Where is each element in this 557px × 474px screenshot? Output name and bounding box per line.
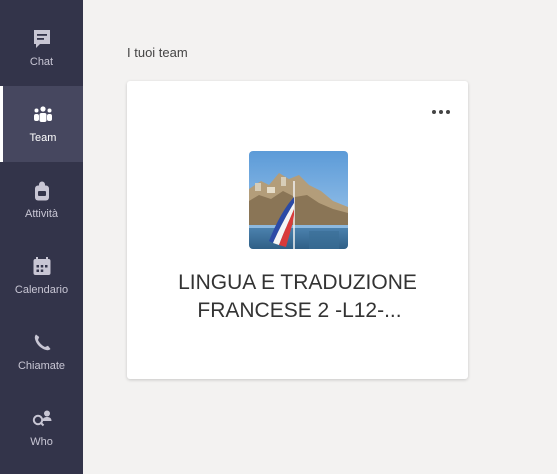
more-options-icon [431,102,451,120]
activity-icon [31,180,53,202]
team-avatar [249,151,348,249]
team-card[interactable]: LINGUA E TRADUZIONE FRANCESE 2 -L12-... [127,81,468,379]
team-name: LINGUA E TRADUZIONE FRANCESE 2 -L12-... [147,269,448,325]
rail-item-team-label: Team [29,132,57,144]
rail-item-calendario-label: Calendario [14,284,69,296]
teams-content: I tuoi team LINGUA E TRADUZIONE FRANCESE… [83,0,557,474]
team-name-line-1: LINGUA E TRADUZIONE [178,271,417,294]
rail-item-chat-label: Chat [29,56,54,68]
teams-app: Chat Team Attività Calendario Chiamate W… [0,0,557,474]
rail-item-chat[interactable]: Chat [0,10,83,86]
app-rail: Chat Team Attività Calendario Chiamate W… [0,0,83,474]
rail-item-chiamate-label: Chiamate [17,360,66,372]
teams-icon [32,104,54,126]
rail-item-team[interactable]: Team [0,86,83,162]
section-title: I tuoi team [127,45,188,60]
who-icon [31,408,53,430]
calendar-icon [31,256,53,278]
rail-item-calendario[interactable]: Calendario [0,238,83,314]
chat-icon [31,28,53,50]
rail-item-chiamate[interactable]: Chiamate [0,314,83,390]
more-options-button[interactable] [426,101,456,121]
phone-icon [31,332,53,354]
team-name-line-2: FRANCESE 2 -L12-... [197,299,402,322]
rail-item-who-label: Who [30,436,53,448]
rail-item-attivita[interactable]: Attività [0,162,83,238]
rail-item-attivita-label: Attività [24,208,58,220]
rail-item-who[interactable]: Who [0,390,83,466]
